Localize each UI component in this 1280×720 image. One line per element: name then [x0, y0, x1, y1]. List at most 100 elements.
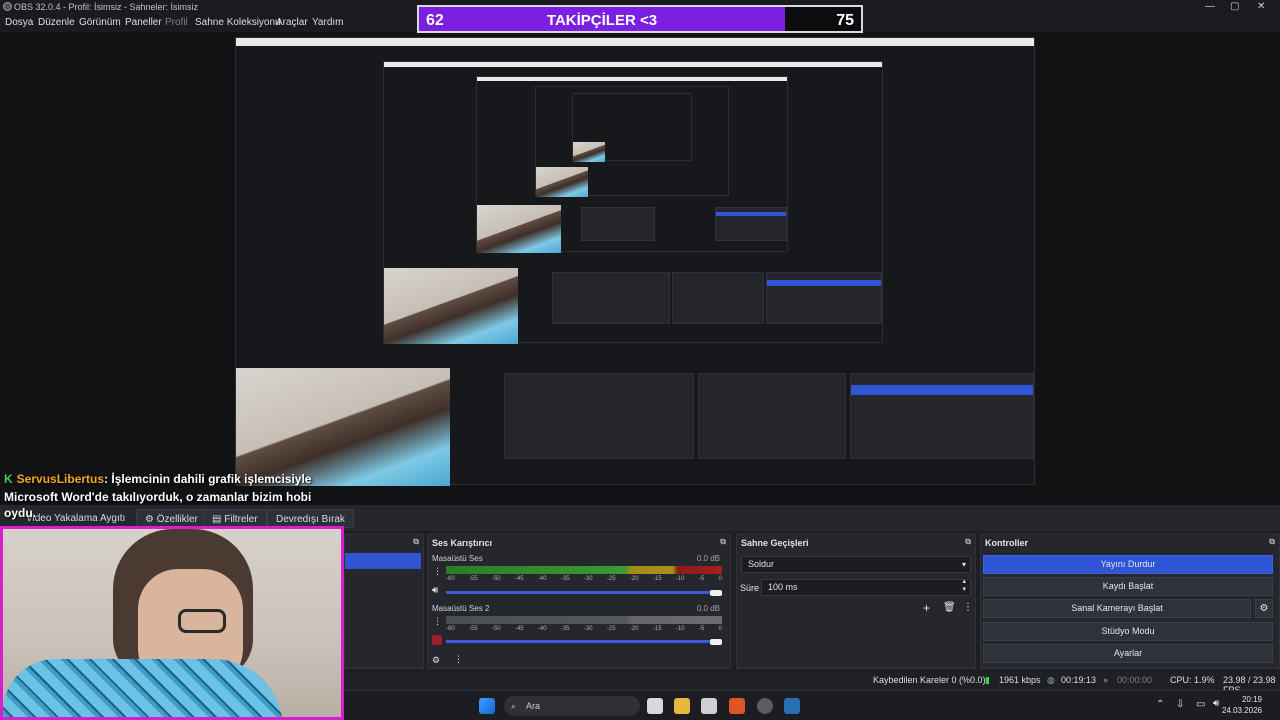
task-view-icon[interactable]: [647, 698, 663, 714]
channel-2-menu-icon[interactable]: ⋮: [433, 616, 442, 627]
stream-time: 00:19:13: [1061, 675, 1097, 685]
channel-1-volume-knob[interactable]: [710, 590, 722, 596]
file-explorer-icon[interactable]: [674, 698, 690, 714]
trash-icon[interactable]: 🗑︎: [943, 602, 956, 613]
speaker-icon[interactable]: 🔊︎: [432, 585, 438, 596]
follower-goal-bar: 62 TAKİPÇİLER <3 75: [417, 5, 863, 33]
store-icon[interactable]: [701, 698, 717, 714]
menu-tools[interactable]: Araçlar: [276, 17, 308, 28]
channel-1-db: 0.0 dB: [696, 554, 720, 563]
chat-username: ServusLibertus: [16, 472, 105, 486]
mixer-menu-icon[interactable]: ⋮: [454, 654, 463, 665]
channel-1-volume-slider[interactable]: [446, 591, 716, 594]
channel-2-meter: [446, 616, 722, 624]
obs-taskbar-icon[interactable]: [757, 698, 773, 714]
dock-pin-icon[interactable]: ⧉: [720, 537, 726, 547]
scene-transitions-dock: Sahne Geçişleri ⧉ Soldur ▾ Süre 100 ms ▴ ▾ +…: [736, 534, 976, 669]
dock-pin-icon[interactable]: ⧉: [413, 537, 419, 547]
stop-streaming-button[interactable]: Yayını Durdur: [983, 555, 1273, 574]
channel-1-name: Masaüstü Ses: [432, 554, 483, 563]
audio-mixer-title: Ses Karıştırıcı: [432, 538, 493, 548]
start-virtual-camera-button[interactable]: Sanal Kamerayı Başlat: [983, 599, 1251, 618]
virtual-camera-settings-icon[interactable]: ⚙: [1255, 599, 1273, 618]
scene-selected[interactable]: [345, 553, 421, 569]
menu-file[interactable]: Dosya: [5, 17, 33, 28]
clock-time: 20:19: [1241, 695, 1262, 704]
glasses: [178, 609, 226, 633]
filters-label: Filtreler: [224, 514, 258, 525]
tray-icon[interactable]: ⇩: [1176, 699, 1184, 710]
person-shirt: [3, 659, 283, 717]
signal-icon: ▮: [985, 675, 990, 685]
menu-docks[interactable]: Paneller: [125, 17, 162, 28]
menu-profile[interactable]: Profil: [165, 17, 188, 28]
channel-2-db: 0.0 dB: [696, 604, 720, 613]
close-icon[interactable]: ✕: [1257, 1, 1265, 12]
add-transition-icon[interactable]: +: [923, 601, 930, 615]
chevron-down-icon: ▾: [961, 560, 966, 569]
maximize-icon[interactable]: ▢: [1230, 1, 1239, 12]
taskbar-clock[interactable]: 20:19 24.03.2026: [1222, 694, 1262, 716]
window-title: OBS 32.0.4 - Profil: İsimsiz - Sahneler:…: [14, 2, 199, 12]
duration-label: Süre: [740, 583, 760, 593]
menu-view[interactable]: Görünüm: [79, 17, 121, 28]
duration-value: 100 ms: [768, 582, 798, 592]
transition-menu-icon[interactable]: ⋮: [963, 602, 973, 613]
channel-2-volume-knob[interactable]: [710, 639, 722, 645]
channel-2-ticks: -60 -55 -50 -45 -40 -35 -30 -25 -20 -15 -10 -5 0: [446, 626, 722, 632]
taskbar: ⌕ Ara ⌃ ⇩ ▭ 🔊︎ 20:19 24.03.2026: [344, 690, 1280, 720]
webcam-feed: [0, 526, 344, 720]
channel-2-name: Masaüstü Ses 2: [432, 604, 490, 613]
display-icon[interactable]: ▭: [1196, 699, 1205, 710]
mixer-settings-icon[interactable]: ⚙: [432, 655, 440, 666]
audio-mixer-dock: Ses Karıştırıcı ⧉ Masaüstü Ses 0.0 dB ⋮ -…: [427, 534, 731, 669]
kick-icon: K: [4, 472, 13, 486]
start-recording-button[interactable]: Kaydı Başlat: [983, 577, 1273, 596]
status-bar: Kaybedilen Kareler 0 (%0.0) ▮ 1961 kbps …: [344, 672, 1280, 695]
volume-icon[interactable]: 🔊︎: [1213, 698, 1219, 709]
controls-title: Kontroller: [985, 538, 1029, 548]
record-icon: ●: [1103, 675, 1109, 685]
tray-chevron-icon[interactable]: ⌃: [1156, 699, 1164, 710]
dropped-frames: Kaybedilen Kareler 0 (%0.0): [873, 675, 986, 685]
channel-1-meter: [446, 566, 722, 574]
obs-logo-icon: [3, 2, 12, 11]
properties-label: Özellikler: [156, 514, 198, 525]
search-placeholder: Ara: [526, 701, 541, 711]
settings-button[interactable]: Ayarlar: [983, 644, 1273, 663]
chat-overflow: oydu.: [4, 506, 36, 520]
transition-selected: Soldur: [748, 559, 775, 569]
steam-icon[interactable]: [784, 698, 800, 714]
transitions-title: Sahne Geçişleri: [741, 538, 809, 548]
duration-input[interactable]: 100 ms ▴ ▾: [761, 578, 971, 596]
clock-date: 24.03.2026: [1221, 706, 1262, 715]
follower-label: TAKİPÇİLER <3: [546, 12, 658, 29]
follower-goal: 75: [836, 12, 854, 29]
muted-speaker-icon[interactable]: [432, 635, 442, 645]
minimize-icon[interactable]: —: [1205, 1, 1215, 12]
preview-canvas[interactable]: [0, 32, 1280, 505]
channel-2-volume-slider[interactable]: [446, 640, 716, 643]
channel-1-menu-icon[interactable]: ⋮: [433, 566, 442, 577]
filter-icon: ▤: [212, 514, 222, 525]
windows-start-icon[interactable]: [479, 698, 495, 714]
dock-pin-icon[interactable]: ⧉: [1269, 537, 1275, 547]
search-icon: ⌕: [511, 701, 517, 711]
menu-scene-collection[interactable]: Sahne Koleksiyonu: [195, 17, 281, 28]
scenes-dock: ⧉: [344, 534, 424, 669]
cpu-usage: CPU: 1.9%: [1170, 675, 1215, 685]
brave-browser-icon[interactable]: [729, 698, 745, 714]
dock-pin-icon[interactable]: ⧉: [965, 537, 971, 547]
stepper-icon[interactable]: ▴ ▾: [962, 578, 966, 594]
transition-select[interactable]: Soldur ▾: [741, 556, 971, 573]
chat-overlay: K ServusLibertus: İşlemcinin dahili grafi…: [4, 470, 324, 506]
menu-help[interactable]: Yardım: [312, 17, 344, 28]
studio-mode-button[interactable]: Stüdyo Modu: [983, 622, 1273, 641]
menu-edit[interactable]: Düzenle: [38, 17, 75, 28]
gear-icon: ⚙: [145, 514, 154, 525]
bitrate: 1961 kbps: [999, 675, 1041, 685]
record-time: 00:00:00: [1117, 675, 1153, 685]
nested-capture-1: [235, 37, 1035, 486]
stream-icon: ◍: [1047, 675, 1055, 685]
taskbar-search[interactable]: ⌕ Ara: [504, 696, 640, 716]
